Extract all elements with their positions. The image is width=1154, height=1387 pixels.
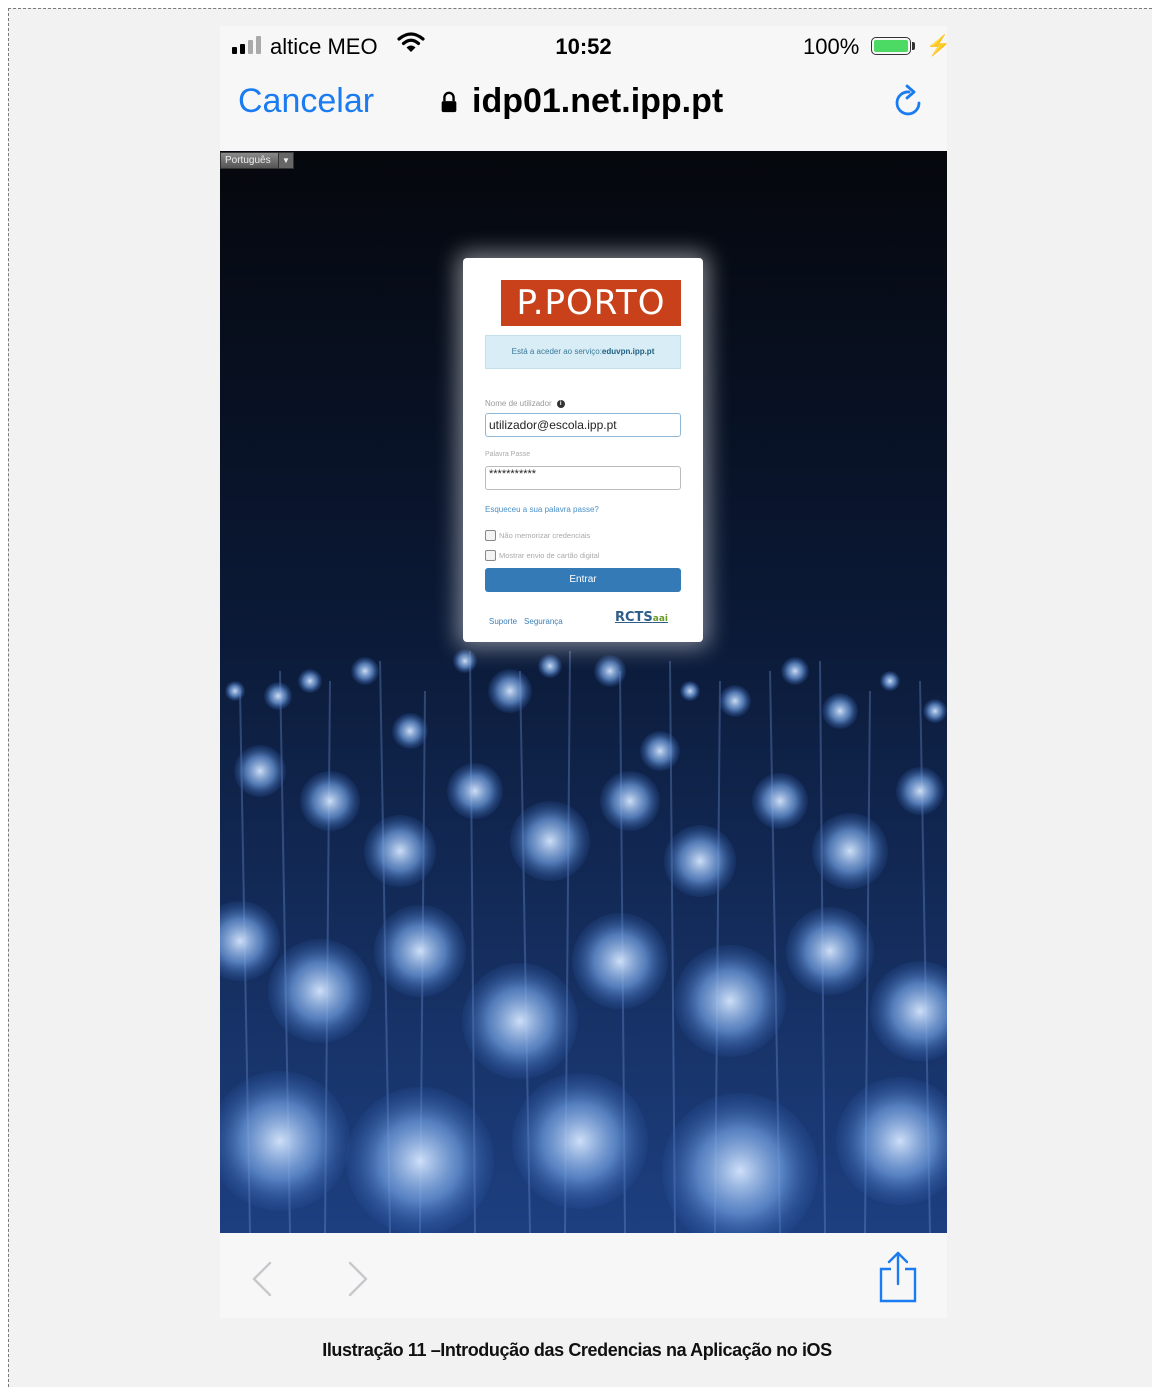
username-label: Nome de utilizador [485, 399, 552, 408]
footer-links: Suporte Segurança [489, 617, 563, 626]
address-bar[interactable]: idp01.net.ipp.pt [440, 82, 723, 121]
lock-icon [441, 91, 457, 112]
charging-icon: ⚡ [926, 35, 947, 57]
dropdown-arrow-icon: ▼ [278, 153, 293, 168]
web-content: Português ▼ P.PORTO Está a aceder ao ser… [220, 151, 947, 1233]
battery-cap [912, 42, 915, 50]
rcts-logo-suffix: aai [652, 614, 669, 624]
digital-card-row: Mostrar envio de cartão digital [485, 550, 599, 561]
language-select[interactable]: Português ▼ [220, 152, 294, 169]
password-label: Palavra Passe [485, 451, 531, 458]
service-name: eduvpn.ipp.pt [601, 347, 655, 356]
battery-percentage: 100% [803, 34, 860, 59]
share-icon[interactable] [878, 1251, 918, 1303]
forward-icon[interactable] [346, 1261, 370, 1297]
rcts-aai-logo[interactable]: RCTSaai [615, 610, 668, 625]
login-card: P.PORTO Está a aceder ao serviço:eduvpn.… [463, 258, 703, 642]
login-button[interactable]: Entrar [485, 568, 681, 592]
safari-bottom-toolbar [220, 1233, 947, 1318]
security-link[interactable]: Segurança [524, 617, 563, 626]
info-icon[interactable]: i [556, 399, 565, 408]
service-info-box: Está a aceder ao serviço:eduvpn.ipp.pt [485, 335, 681, 369]
digital-card-checkbox[interactable] [485, 550, 496, 561]
reload-icon[interactable] [892, 84, 926, 122]
rcts-logo-text: RCTS [615, 610, 653, 625]
pporto-logo: P.PORTO [501, 280, 681, 326]
cancel-button[interactable]: Cancelar [238, 82, 374, 121]
remember-credentials-label: Não memorizar credenciais [499, 531, 591, 540]
digital-card-label: Mostrar envio de cartão digital [499, 551, 600, 560]
password-input[interactable]: *********** [485, 466, 681, 490]
remember-credentials-row: Não memorizar credenciais [485, 530, 590, 541]
figure-caption: Ilustração 11 –Introdução das Credencias… [322, 1340, 832, 1360]
status-bar: altice MEO 10:52 100% ⚡ [220, 26, 947, 66]
battery-icon [871, 37, 911, 55]
url-text: idp01.net.ipp.pt [472, 82, 724, 120]
forgot-password-link[interactable]: Esqueceu a sua palavra passe? [485, 505, 599, 514]
phone-screenshot: altice MEO 10:52 100% ⚡ Cancelar idp01.n… [220, 26, 947, 1318]
back-icon[interactable] [250, 1261, 274, 1297]
service-prefix: Está a aceder ao serviço: [511, 347, 602, 356]
username-label-row: Nome de utilizador i [485, 399, 565, 408]
safari-nav-bar: Cancelar idp01.net.ipp.pt [220, 70, 947, 144]
username-input[interactable]: utilizador@escola.ipp.pt [485, 413, 681, 437]
language-select-value: Português [225, 155, 271, 166]
support-link[interactable]: Suporte [489, 617, 517, 626]
remember-credentials-checkbox[interactable] [485, 530, 496, 541]
